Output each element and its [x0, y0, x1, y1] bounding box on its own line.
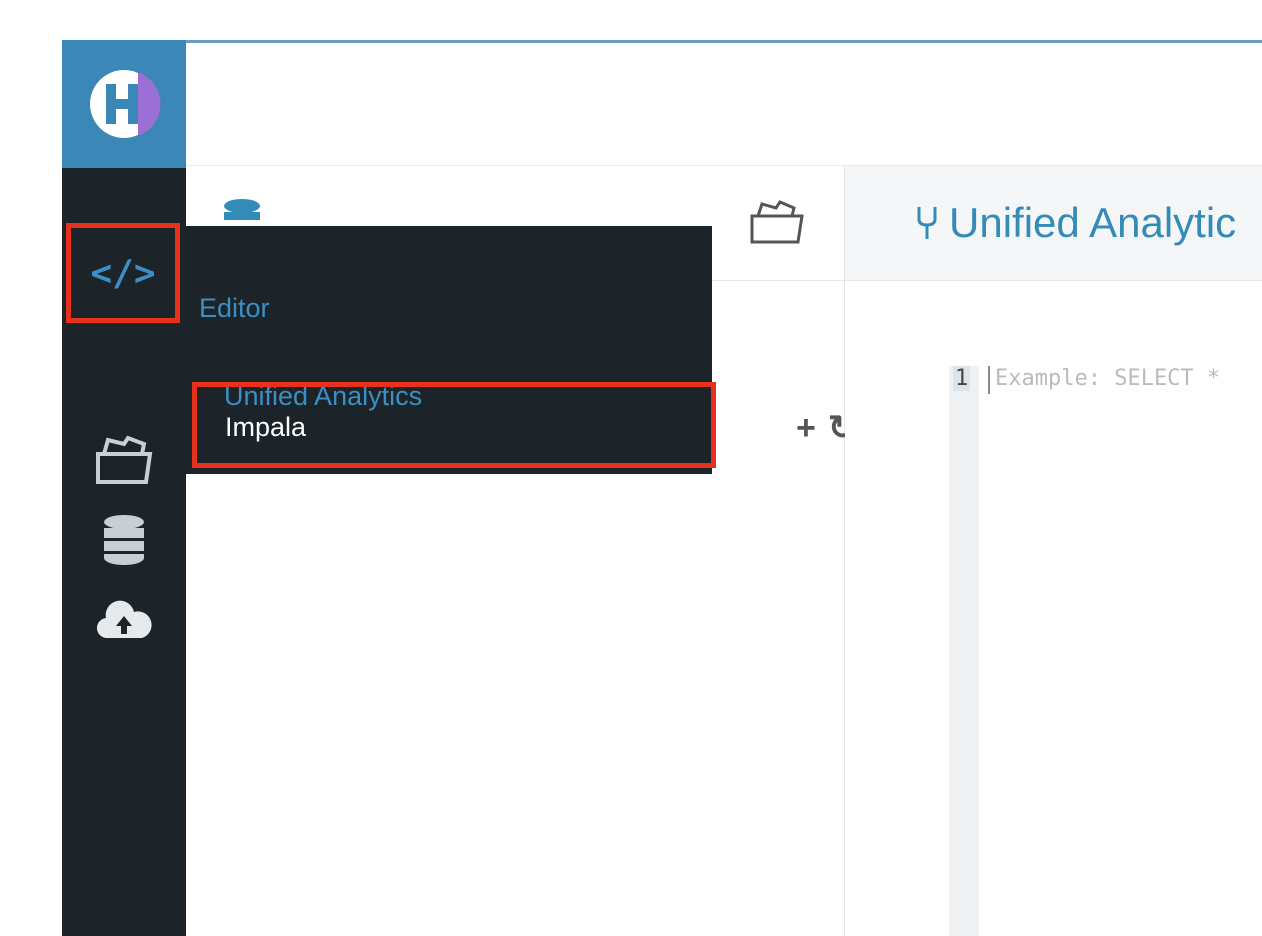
database-icon — [104, 515, 144, 565]
importer-nav-icon[interactable] — [62, 590, 186, 650]
editor-nav-button[interactable]: </> — [66, 223, 180, 323]
line-number: 1 — [953, 366, 971, 391]
cloud-upload-icon — [96, 600, 152, 639]
text-cursor — [988, 366, 990, 394]
flyout-item-impala[interactable]: Impala — [192, 382, 716, 468]
editor-gutter — [949, 366, 979, 936]
app-window: </> + ↻ Editor Unified Analytics Impala — [62, 40, 1262, 936]
hue-logo[interactable] — [62, 40, 186, 168]
editor-area: Unified Analytic 1 Example: SELECT * — [845, 166, 1262, 936]
flyout-title: Editor — [199, 293, 270, 323]
fork-icon — [917, 207, 937, 239]
file-browser-nav-icon[interactable] — [62, 426, 186, 496]
folder-icon[interactable] — [748, 198, 804, 248]
top-header — [186, 43, 1262, 166]
hue-logo-icon — [90, 70, 161, 138]
folder-icon — [96, 435, 153, 484]
table-browser-nav-icon[interactable] — [62, 510, 186, 570]
editor-header: Unified Analytic — [845, 166, 1262, 281]
code-icon: </> — [90, 252, 156, 294]
add-icon[interactable]: + — [796, 409, 816, 448]
editor-title: Unified Analytic — [949, 199, 1237, 246]
flyout-item-impala-label: Impala — [225, 412, 307, 442]
sql-editor-input[interactable]: Example: SELECT * — [995, 366, 1220, 391]
